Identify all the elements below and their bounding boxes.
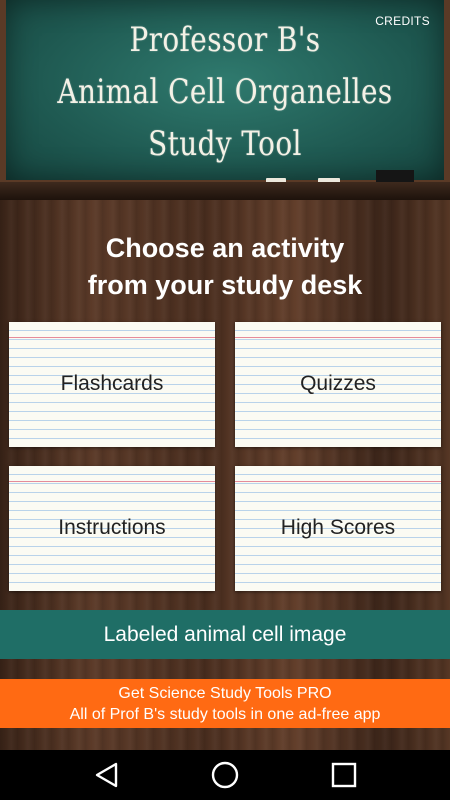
recents-icon[interactable] (328, 759, 360, 791)
credits-button[interactable]: CREDITS (375, 14, 430, 28)
promo-line-2: All of Prof B's study tools in one ad-fr… (69, 706, 381, 723)
back-icon[interactable] (91, 759, 123, 791)
activity-heading: Choose an activity from your study desk (0, 230, 450, 304)
home-icon[interactable] (209, 759, 241, 791)
activity-heading-line-2: from your study desk (87, 270, 363, 300)
chalkboard: Professor B's Animal Cell Organelles Stu… (6, 0, 444, 180)
instructions-card[interactable]: Instructions (9, 466, 215, 591)
high-scores-label: High Scores (280, 516, 396, 539)
app-title-line-2: Animal Cell Organelles (57, 72, 393, 112)
labeled-cell-image-button[interactable]: Labeled animal cell image (0, 610, 450, 659)
flashcards-card[interactable]: Flashcards (9, 322, 215, 447)
high-scores-card[interactable]: High Scores (235, 466, 441, 591)
app-title-line-1: Professor B's (129, 20, 321, 60)
activity-heading-line-1: Choose an activity (105, 233, 345, 263)
instructions-label: Instructions (58, 516, 166, 539)
system-nav-bar (0, 750, 450, 800)
flashcards-label: Flashcards (60, 372, 164, 395)
chalkboard-ledge (0, 182, 450, 200)
promo-line-1: Get Science Study Tools PRO (118, 685, 332, 702)
app-title: Professor B's Animal Cell Organelles Stu… (45, 14, 404, 170)
quizzes-card[interactable]: Quizzes (235, 322, 441, 447)
chalkboard-frame: Professor B's Animal Cell Organelles Stu… (0, 0, 450, 186)
pro-promo-banner[interactable]: Get Science Study Tools PRO All of Prof … (0, 679, 450, 728)
quizzes-label: Quizzes (300, 372, 376, 395)
app-title-line-3: Study Tool (148, 124, 302, 164)
